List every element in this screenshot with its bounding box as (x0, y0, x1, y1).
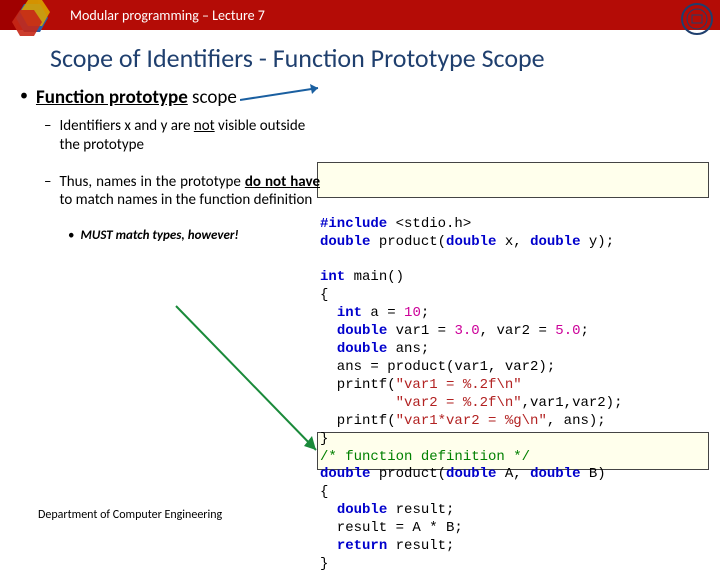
bullet-sub3-text: MUST match types, however! (80, 228, 238, 243)
dash-icon: – (44, 117, 51, 135)
slide-header: Modular programming – Lecture 7 (0, 0, 720, 30)
seal-icon (680, 2, 714, 36)
highlight-prototype (317, 162, 709, 198)
arrow-to-definition-icon (172, 302, 332, 462)
bullet-main: • Function prototype scope (20, 86, 320, 109)
slide-content: • Function prototype scope – Identifiers… (0, 82, 720, 243)
bullet-sub-1: – Identifiers x and y are not visible ou… (44, 117, 320, 155)
bullet-list: • Function prototype scope – Identifiers… (20, 86, 320, 243)
slide-title: Scope of Identifiers - Function Prototyp… (0, 30, 720, 82)
bullet-dot-icon: • (68, 228, 74, 243)
bullet-sub1-text: Identifiers x and y are not visible outs… (59, 117, 320, 155)
dash-icon: – (44, 173, 51, 191)
bullet-dot-icon: • (20, 86, 28, 105)
code-block: #include <stdio.h> double product(double… (320, 162, 712, 574)
university-logo-icon (6, 0, 61, 40)
bullet-sub-2: – Thus, names in the prototype do not ha… (44, 173, 320, 211)
slide-footer: Department of Computer Engineering (38, 508, 222, 522)
bullet-sub-3: • MUST match types, however! (68, 228, 320, 243)
bullet-sub2-text: Thus, names in the prototype do not have… (59, 173, 320, 211)
bullet-main-text: Function prototype scope (36, 86, 237, 109)
header-title: Modular programming – Lecture 7 (70, 7, 265, 24)
